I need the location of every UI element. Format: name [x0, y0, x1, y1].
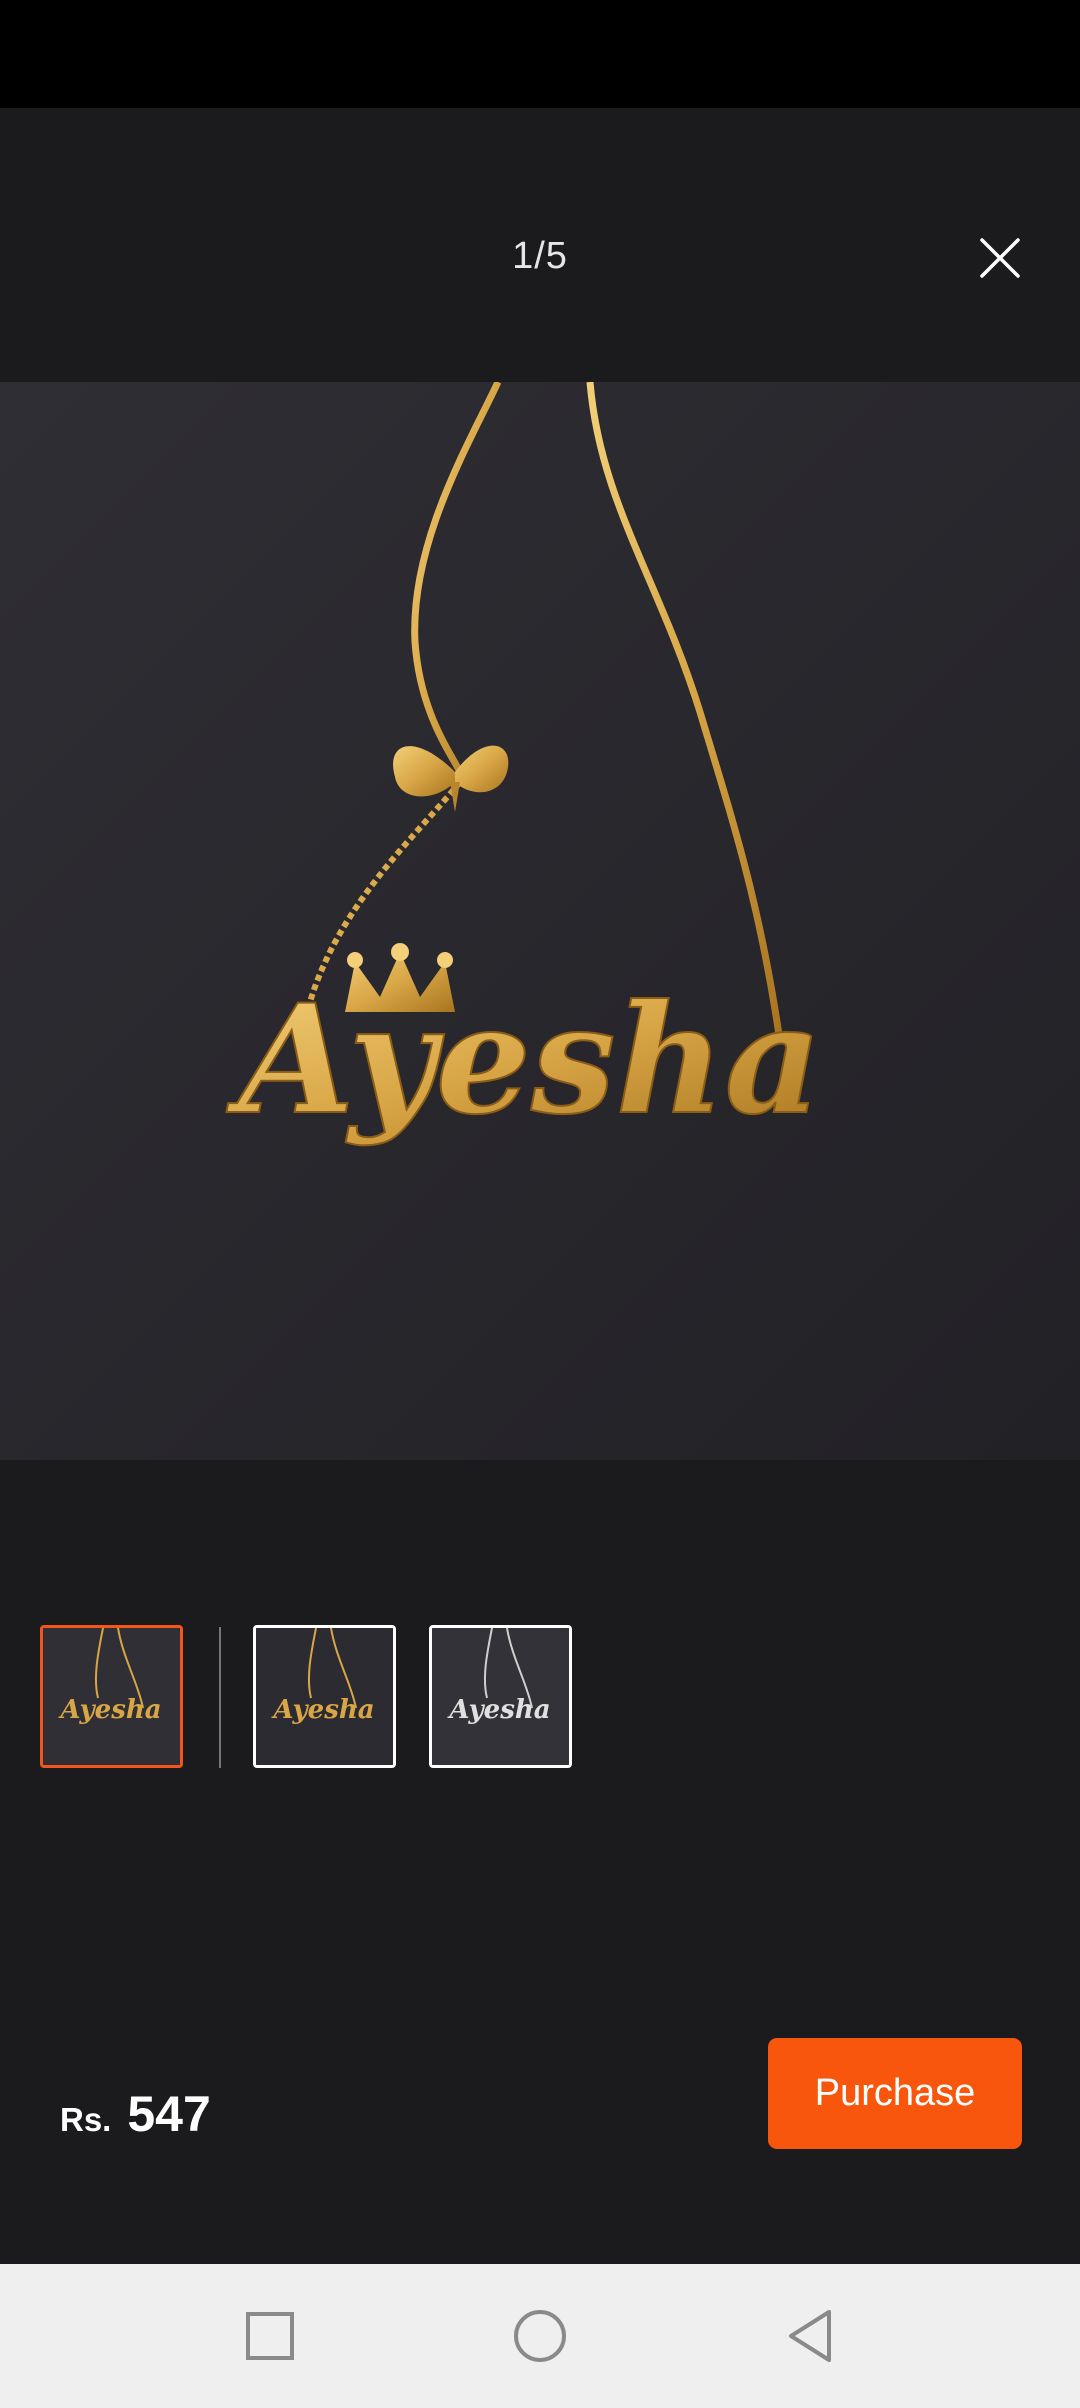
thumbnail-2-label: Ayesha [270, 1695, 374, 1725]
thumbnail-3-label: Ayesha [446, 1695, 550, 1725]
image-counter: 1/5 [512, 235, 568, 277]
triangle-back-icon [789, 2310, 831, 2362]
thumbnail-2[interactable]: Ayesha [253, 1625, 396, 1768]
thumbnail-divider [219, 1627, 221, 1768]
purchase-button[interactable]: Purchase [768, 2038, 1022, 2149]
price-amount: 547 [127, 2086, 211, 2142]
product-image[interactable]: Ayesha [0, 382, 1080, 1460]
viewer-header: 1/5 [0, 108, 1080, 382]
nav-back-button[interactable] [774, 2300, 846, 2372]
thumbnail-3[interactable]: Ayesha [429, 1625, 572, 1768]
thumbnail-strip: Ayesha Ayesha Ayesha [0, 1625, 1080, 1770]
system-nav-bar [0, 2264, 1080, 2408]
nav-home-button[interactable] [504, 2300, 576, 2372]
price-display: Rs. 547 [60, 2085, 211, 2143]
close-button[interactable] [962, 220, 1038, 296]
square-icon [246, 2312, 294, 2360]
thumbnail-1-label: Ayesha [57, 1695, 161, 1725]
pendant-name: Ayesha [226, 972, 822, 1148]
thumbnail-1[interactable]: Ayesha [40, 1625, 183, 1768]
nav-recents-button[interactable] [234, 2300, 306, 2372]
circle-icon [514, 2310, 566, 2362]
close-icon [980, 238, 1020, 278]
status-bar [0, 0, 1080, 108]
price-currency: Rs. [60, 2101, 112, 2138]
